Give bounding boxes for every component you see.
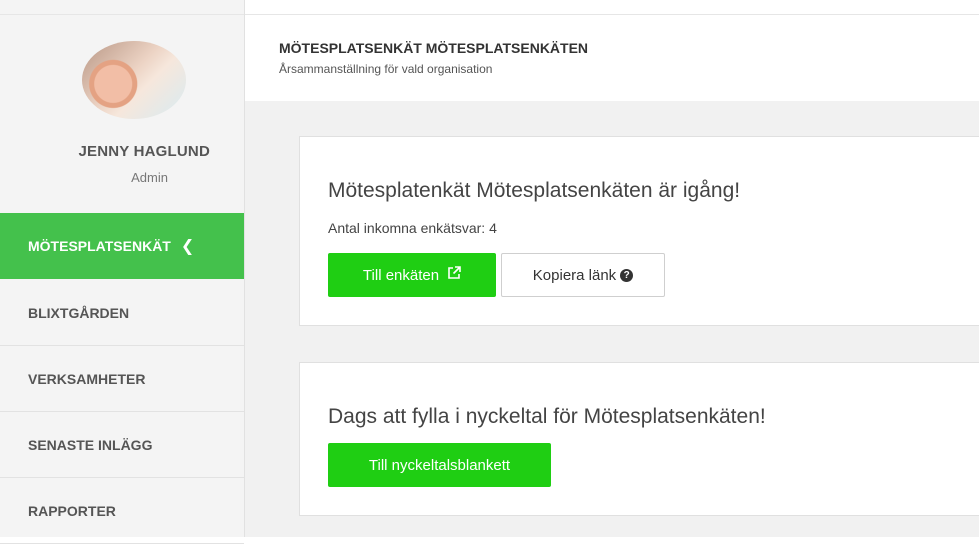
divider <box>0 14 244 15</box>
sidebar-item-senaste-inlagg[interactable]: SENASTE INLÄGG <box>0 412 244 478</box>
avatar[interactable] <box>82 41 186 119</box>
question-circle-icon: ? <box>620 268 634 282</box>
page-title: MÖTESPLATSENKÄT MÖTESPLATSENKÄTEN <box>279 40 589 56</box>
survey-card: Mötesplatenkät Mötesplatsenkäten är igån… <box>299 136 979 326</box>
sidebar-item-label: BLIXTGÅRDEN <box>28 304 130 321</box>
sidebar: JENNY HAGLUND Admin MÖTESPLATSENKÄT ❮ BL… <box>0 0 245 544</box>
sidebar-item-verksamheter[interactable]: VERKSAMHETER <box>0 346 244 412</box>
open-survey-label: Till enkäten <box>362 266 440 284</box>
copy-link-label: Kopiera länk <box>532 266 617 284</box>
sidebar-item-label: VERKSAMHETER <box>28 370 146 387</box>
kpi-form-button[interactable]: Till nyckeltalsblankett <box>328 443 551 487</box>
sidebar-item-rapporter[interactable]: RAPPORTER <box>0 478 244 544</box>
sidebar-item-label: RAPPORTER <box>28 502 116 519</box>
kpi-card-title: Dags att fylla i nyckeltal för Mötesplat… <box>328 405 766 428</box>
sidebar-item-label: SENASTE INLÄGG <box>28 436 153 453</box>
sidebar-item-blixtgarden[interactable]: BLIXTGÅRDEN <box>0 280 244 346</box>
kpi-card: Dags att fylla i nyckeltal för Mötesplat… <box>299 362 979 516</box>
page-subtitle: Årsammanställning för vald organisation <box>279 62 493 76</box>
profile-role: Admin <box>131 170 168 185</box>
main-content: Mötesplatenkät Mötesplatsenkäten är igån… <box>245 101 979 537</box>
page-header: MÖTESPLATSENKÄT MÖTESPLATSENKÄTEN Årsamm… <box>245 14 979 102</box>
chevron-left-icon: ❮ <box>180 238 195 255</box>
sidebar-item-motesplatsenkat[interactable]: MÖTESPLATSENKÄT ❮ <box>0 213 244 279</box>
open-survey-button[interactable]: Till enkäten <box>328 253 496 297</box>
external-link-icon <box>447 266 461 284</box>
responses-count: Antal inkomna enkätsvar: 4 <box>328 220 497 236</box>
profile-name: JENNY HAGLUND <box>78 143 210 160</box>
survey-card-title: Mötesplatenkät Mötesplatsenkäten är igån… <box>328 179 741 202</box>
copy-link-button[interactable]: Kopiera länk ? <box>501 253 665 297</box>
sidebar-item-label: MÖTESPLATSENKÄT <box>28 238 171 254</box>
